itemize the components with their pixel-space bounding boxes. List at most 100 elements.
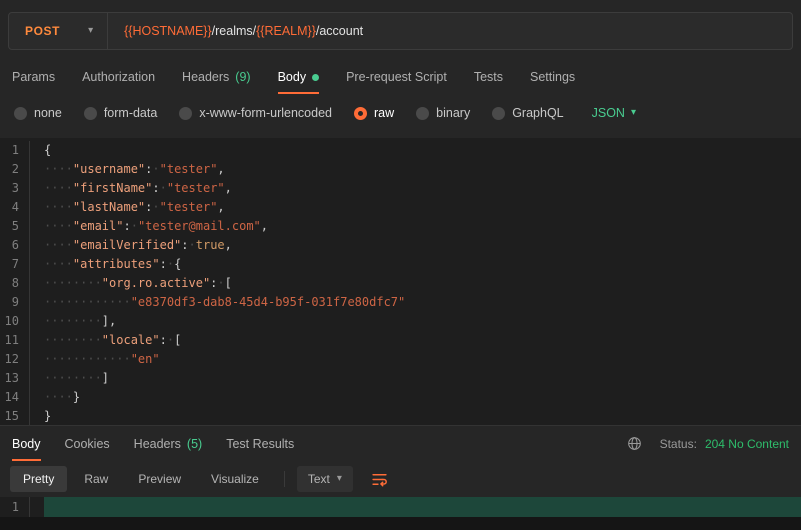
radio-label: raw — [374, 106, 394, 120]
response-tabs: Body Cookies Headers(5) Test Results — [12, 426, 294, 461]
view-mode-raw[interactable]: Raw — [71, 466, 121, 492]
line-number: 3 — [0, 179, 30, 198]
response-body-editor[interactable]: 1 — [0, 497, 801, 517]
tab-params[interactable]: Params — [12, 60, 55, 94]
response-header: Body Cookies Headers(5) Test Results Sta… — [0, 425, 801, 461]
code-line[interactable]: 1{ — [0, 141, 801, 160]
code-line[interactable]: 4····"lastName":·"tester", — [0, 198, 801, 217]
response-tab-body[interactable]: Body — [12, 426, 41, 461]
tab-label: Test Results — [226, 437, 294, 451]
body-type-form-data[interactable]: form-data — [84, 106, 158, 120]
tab-body[interactable]: Body — [278, 60, 320, 94]
code-text: ····"emailVerified":·true, — [44, 236, 232, 255]
view-mode-label: Visualize — [211, 472, 259, 486]
status-value: 204 No Content — [705, 437, 789, 451]
line-number: 8 — [0, 274, 30, 293]
line-number: 12 — [0, 350, 30, 369]
code-line[interactable]: 9 ············"e8370df3-dab8-45d4-b95f-03… — [0, 293, 801, 312]
code-text: { — [44, 141, 51, 160]
code-text: ····"firstName":·"tester", — [44, 179, 232, 198]
tab-label: Tests — [474, 70, 503, 84]
wrap-text-icon[interactable] — [371, 471, 388, 488]
view-mode-pretty[interactable]: Pretty — [10, 466, 67, 492]
tab-tests[interactable]: Tests — [474, 60, 503, 94]
response-tab-test-results[interactable]: Test Results — [226, 426, 294, 461]
request-tabs: Params Authorization Headers(9) Body Pre… — [0, 60, 801, 94]
url-variable: {{REALM}} — [256, 24, 316, 38]
request-body-editor[interactable]: 1{2····"username":·"tester",3 ····"firstN… — [0, 138, 801, 425]
body-type-graphql[interactable]: GraphQL — [492, 106, 563, 120]
unsaved-changes-dot — [312, 74, 319, 81]
code-line[interactable]: 6 ····"emailVerified":·true, — [0, 236, 801, 255]
code-line[interactable]: 15} — [0, 407, 801, 425]
tab-label: Body — [12, 437, 41, 451]
code-text: ········"org.ro.active":·[ — [44, 274, 232, 293]
code-text: } — [44, 407, 51, 425]
tab-label: Settings — [530, 70, 575, 84]
status-label: Status: — [660, 437, 697, 451]
radio-icon — [492, 107, 505, 120]
radio-selected-icon — [354, 107, 367, 120]
format-label: Text — [308, 472, 330, 486]
line-number: 6 — [0, 236, 30, 255]
radio-icon — [14, 107, 27, 120]
chevron-down-icon: ▾ — [337, 474, 342, 484]
headers-count: (9) — [235, 70, 250, 84]
window-bottom-edge — [0, 517, 801, 530]
tab-pre-request-script[interactable]: Pre-request Script — [346, 60, 447, 94]
line-number: 4 — [0, 198, 30, 217]
code-text: ····} — [44, 388, 80, 407]
url-path-segment: /account — [316, 24, 363, 38]
view-mode-preview[interactable]: Preview — [125, 466, 194, 492]
line-number: 9 — [0, 293, 30, 312]
view-mode-label: Pretty — [23, 472, 54, 486]
tab-label: Authorization — [82, 70, 155, 84]
line-number: 1 — [0, 497, 30, 517]
code-line[interactable]: 12············"en" — [0, 350, 801, 369]
url-input[interactable]: {{HOSTNAME}}/realms/{{REALM}}/account — [108, 24, 363, 38]
method-selector[interactable]: POST ▾ — [9, 24, 107, 38]
code-line[interactable]: 10········], — [0, 312, 801, 331]
highlighted-empty-line — [44, 497, 801, 517]
code-text: ········] — [44, 369, 109, 388]
code-line[interactable]: 3 ····"firstName":·"tester", — [0, 179, 801, 198]
line-number: 5 — [0, 217, 30, 236]
url-variable: {{HOSTNAME}} — [124, 24, 212, 38]
response-tab-headers[interactable]: Headers(5) — [134, 426, 203, 461]
tab-settings[interactable]: Settings — [530, 60, 575, 94]
request-url-bar: POST ▾ {{HOSTNAME}}/realms/{{REALM}}/acc… — [0, 0, 801, 60]
line-number: 2 — [0, 160, 30, 179]
view-mode-visualize[interactable]: Visualize — [198, 466, 272, 492]
line-number: 13 — [0, 369, 30, 388]
body-type-binary[interactable]: binary — [416, 106, 470, 120]
line-number: 10 — [0, 312, 30, 331]
body-type-raw[interactable]: raw — [354, 106, 394, 120]
code-text: ········"locale":·[ — [44, 331, 181, 350]
chevron-down-icon: ▾ — [631, 108, 636, 118]
line-number: 15 — [0, 407, 30, 425]
tab-authorization[interactable]: Authorization — [82, 60, 155, 94]
response-tab-cookies[interactable]: Cookies — [65, 426, 110, 461]
radio-icon — [84, 107, 97, 120]
code-line[interactable]: 8 ········"org.ro.active":·[ — [0, 274, 801, 293]
request-editor-lines: 1{2····"username":·"tester",3 ····"firstN… — [0, 141, 801, 425]
body-type-x-www-form-urlencoded[interactable]: x-www-form-urlencoded — [179, 106, 332, 120]
code-text: ············"e8370df3-dab8-45d4-b95f-031… — [44, 293, 405, 312]
method-label: POST — [25, 24, 60, 38]
tab-label: Params — [12, 70, 55, 84]
body-type-none[interactable]: none — [14, 106, 62, 120]
code-line[interactable]: 14····} — [0, 388, 801, 407]
code-line[interactable]: 11········"locale":·[ — [0, 331, 801, 350]
response-format-selector[interactable]: Text ▾ — [297, 466, 353, 492]
globe-icon — [627, 436, 642, 451]
code-line[interactable]: 2····"username":·"tester", — [0, 160, 801, 179]
code-line[interactable]: 13 ········] — [0, 369, 801, 388]
language-selector[interactable]: JSON ▾ — [592, 106, 636, 120]
code-text: ····"attributes":·{ — [44, 255, 181, 274]
language-label: JSON — [592, 106, 625, 120]
tab-headers[interactable]: Headers(9) — [182, 60, 251, 94]
toolbar-separator — [284, 471, 285, 487]
code-text: ····"email":·"tester@mail.com", — [44, 217, 268, 236]
code-line[interactable]: 7····"attributes":·{ — [0, 255, 801, 274]
code-line[interactable]: 5 ····"email":·"tester@mail.com", — [0, 217, 801, 236]
